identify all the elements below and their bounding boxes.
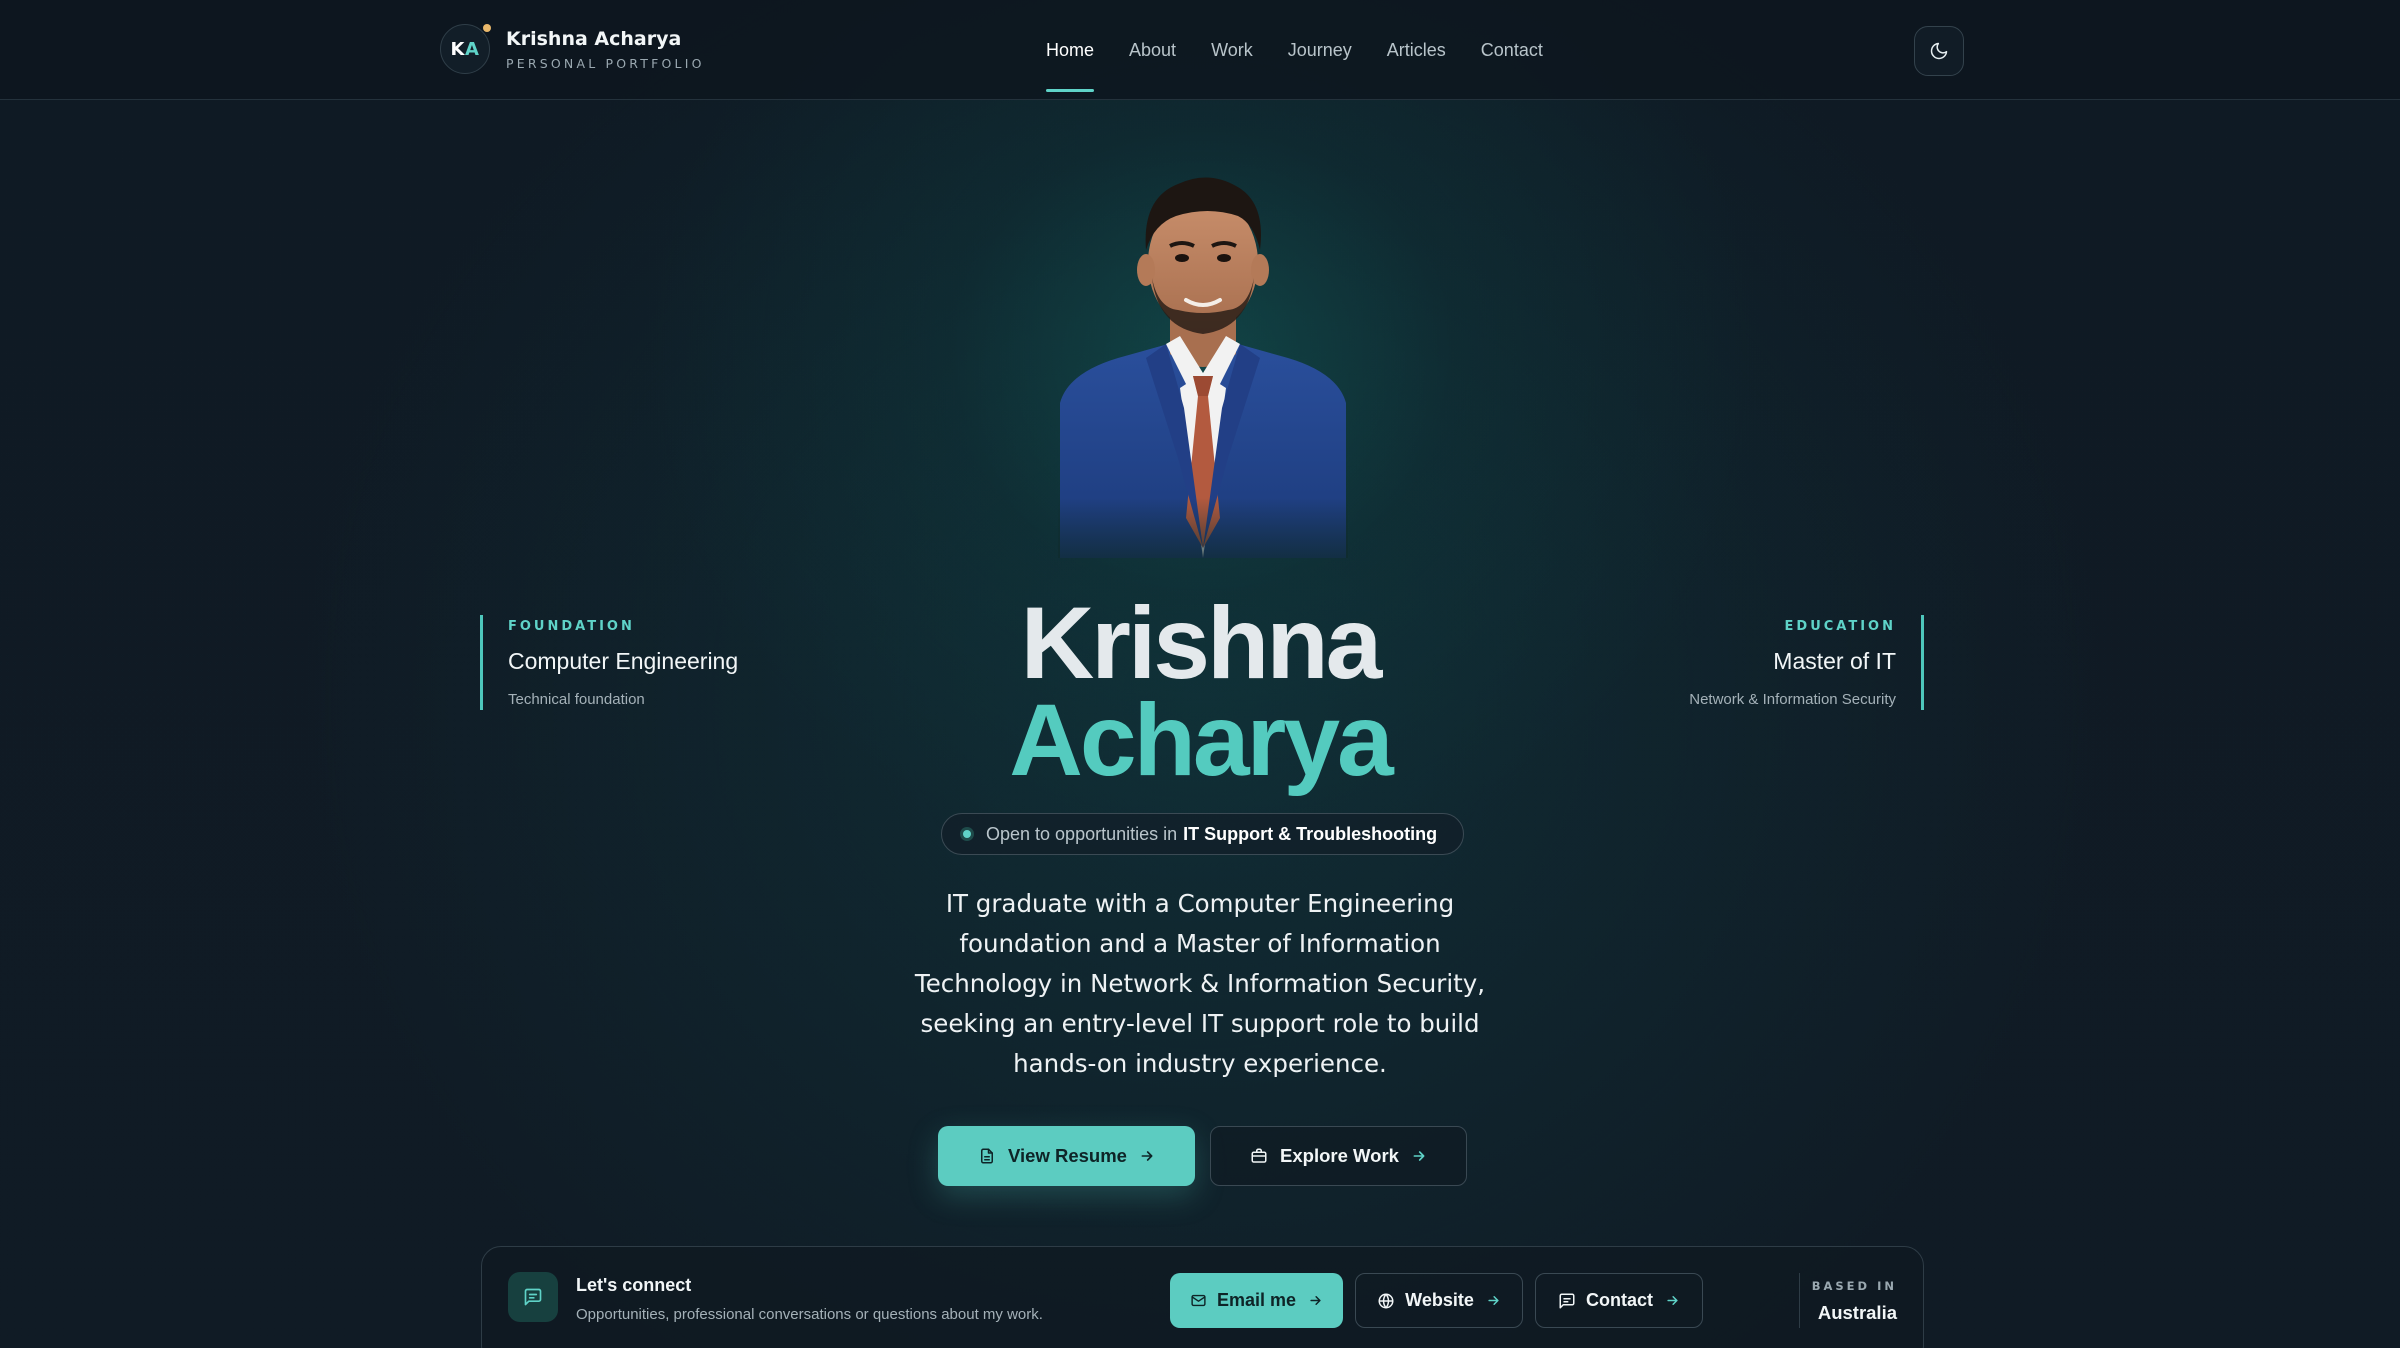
based-in-label: BASED IN <box>1811 1279 1897 1293</box>
mail-icon <box>1191 1294 1206 1307</box>
brand-logo: KA <box>440 24 491 74</box>
nav-home[interactable]: Home <box>1046 0 1095 100</box>
hero-last-name: Acharya <box>1009 683 1394 797</box>
arrow-right-icon <box>1141 1151 1153 1161</box>
view-resume-button[interactable]: View Resume <box>938 1126 1195 1186</box>
briefcase-icon <box>1251 1148 1267 1163</box>
website-label: Website <box>1405 1290 1474 1310</box>
hero-first-name: Krishna <box>1020 586 1383 700</box>
contact-label: Contact <box>1586 1290 1653 1310</box>
arrow-right-icon <box>1488 1296 1499 1305</box>
chat-icon <box>508 1272 558 1322</box>
brand-text: Krishna Acharya PERSONAL PORTFOLIO <box>506 28 705 71</box>
moon-icon <box>1930 42 1948 60</box>
nav-articles[interactable]: Articles <box>1387 0 1446 100</box>
brand-initial-a: A <box>465 38 480 60</box>
status-dot-icon <box>960 827 974 841</box>
connect-title: Let's connect <box>576 1275 692 1295</box>
connect-divider <box>1799 1273 1800 1328</box>
explore-work-label: Explore Work <box>1280 1145 1399 1166</box>
email-me-label: Email me <box>1216 1290 1297 1310</box>
brand-name: Krishna Acharya <box>506 27 682 50</box>
explore-work-button[interactable]: Explore Work <box>1210 1126 1467 1186</box>
globe-icon <box>1378 1293 1394 1308</box>
theme-toggle-button[interactable] <box>1914 26 1964 76</box>
nav-journey[interactable]: Journey <box>1288 0 1352 100</box>
document-icon <box>981 1148 994 1164</box>
brand-initial-k: K <box>450 38 465 60</box>
arrow-right-icon <box>1310 1296 1321 1305</box>
availability-badge: Open to opportunities in IT Support & Tr… <box>941 813 1464 855</box>
contact-button[interactable]: Contact <box>1535 1273 1703 1328</box>
nav-contact[interactable]: Contact <box>1481 0 1543 100</box>
based-in-value: Australia <box>1817 1302 1897 1323</box>
arrow-right-icon <box>1413 1151 1425 1161</box>
availability-role: IT Support & Troubleshooting <box>1183 823 1438 844</box>
main-nav: Home About Work Journey Articles Contact <box>1046 0 1578 100</box>
nav-about[interactable]: About <box>1129 0 1176 100</box>
brand[interactable]: KA Krishna Acharya PERSONAL PORTFOLIO <box>440 24 705 74</box>
view-resume-label: View Resume <box>1008 1145 1127 1166</box>
email-me-button[interactable]: Email me <box>1170 1273 1343 1328</box>
connect-subtitle: Opportunities, professional conversation… <box>576 1306 1043 1323</box>
brand-subtitle: PERSONAL PORTFOLIO <box>506 55 705 71</box>
website-button[interactable]: Website <box>1355 1273 1523 1328</box>
profile-photo <box>1058 158 1348 558</box>
hero-bio: IT graduate with a Computer Engineering … <box>914 889 1486 1078</box>
availability-prefix: Open to opportunities in <box>986 823 1178 844</box>
connect-bar: Let's connect Opportunities, professiona… <box>481 1246 1924 1348</box>
nav-work[interactable]: Work <box>1211 0 1253 100</box>
message-icon <box>1559 1293 1575 1308</box>
site-header: KA Krishna Acharya PERSONAL PORTFOLIO Ho… <box>0 0 2400 100</box>
arrow-right-icon <box>1667 1296 1678 1305</box>
brand-status-dot <box>483 24 491 32</box>
